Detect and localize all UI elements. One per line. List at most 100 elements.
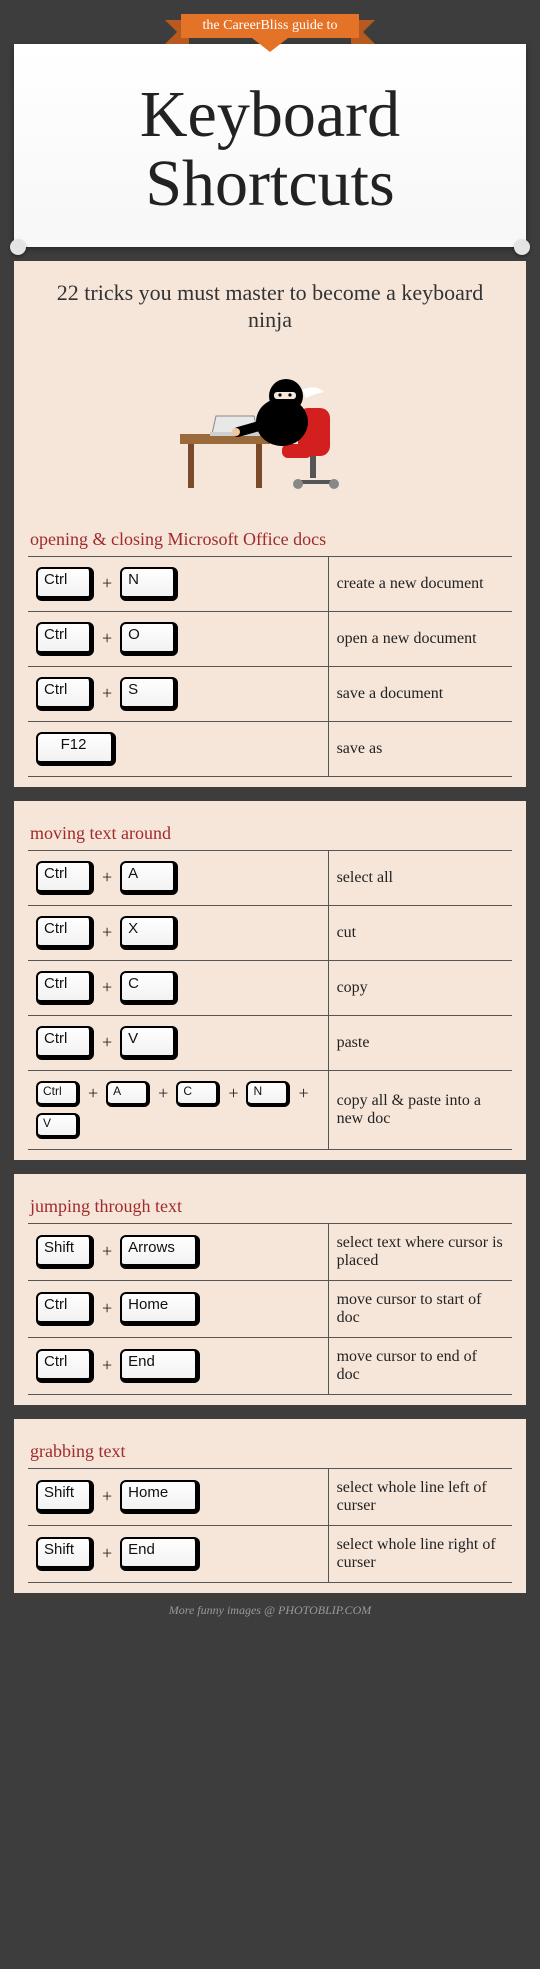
keycap: Ctrl [36, 677, 94, 711]
title-line-1: Keyboard [140, 78, 400, 151]
keycap: Ctrl [36, 1081, 80, 1107]
section-title: grabbing text [30, 1441, 512, 1462]
shortcut-description: save a document [328, 666, 512, 721]
ribbon-label: the CareerBliss guide to [181, 14, 360, 38]
shortcut-keys: Ctrl + V [28, 1015, 328, 1070]
shortcut-description: open a new document [328, 611, 512, 666]
keycap: Ctrl [36, 1292, 94, 1326]
shortcut-keys: Ctrl + N [28, 556, 328, 611]
keycap: O [120, 622, 178, 656]
plus-icon: + [100, 922, 114, 943]
plus-icon: + [100, 867, 114, 888]
shortcut-keys: Shift + End [28, 1525, 328, 1582]
keycap: V [120, 1026, 178, 1060]
keycap: End [120, 1349, 200, 1383]
plus-icon: + [100, 1543, 114, 1564]
table-row: Ctrl + End move cursor to end of doc [28, 1337, 512, 1394]
keycap: A [106, 1081, 150, 1107]
plus-icon: + [296, 1083, 310, 1104]
plus-icon: + [100, 573, 114, 594]
shortcut-description: create a new document [328, 556, 512, 611]
keycap: Shift [36, 1537, 94, 1571]
plus-icon: + [226, 1083, 240, 1104]
shortcut-description: copy all & paste into a new doc [328, 1070, 512, 1149]
plus-icon: + [100, 1241, 114, 1262]
plus-icon: + [156, 1083, 170, 1104]
table-row: Ctrl + Ncreate a new document [28, 556, 512, 611]
keycap: Home [120, 1480, 200, 1514]
keycap: C [120, 971, 178, 1005]
shortcut-keys: Ctrl + X [28, 905, 328, 960]
shortcut-keys: Ctrl + A [28, 850, 328, 905]
shortcut-description: select all [328, 850, 512, 905]
table-row: Ctrl+Oopen a new document [28, 611, 512, 666]
keycap: Ctrl [36, 861, 94, 895]
table-row: Ctrl+Ssave a document [28, 666, 512, 721]
keycap: Shift [36, 1480, 94, 1514]
plus-icon: + [100, 1486, 114, 1507]
table-row: Shift + Home select whole line left of curs… [28, 1468, 512, 1525]
table-row: Ctrl + Aselect all [28, 850, 512, 905]
shortcut-keys: Shift+Arrows [28, 1223, 328, 1280]
ninja-icon [170, 352, 370, 502]
page-title: Keyboard Shortcuts [24, 80, 516, 219]
plus-icon: + [100, 683, 114, 704]
shortcut-keys: Ctrl + End [28, 1337, 328, 1394]
keycap: Ctrl [36, 1349, 94, 1383]
shortcut-description: paste [328, 1015, 512, 1070]
shortcut-table: Shift + Home select whole line left of curs… [28, 1468, 512, 1583]
keycap: Ctrl [36, 622, 94, 656]
footer-credit: More funny images @ PHOTOBLIP.COM [14, 1593, 526, 1624]
table-row: Shift+Arrowsselect text where cursor is … [28, 1223, 512, 1280]
keycap: Arrows [120, 1235, 200, 1269]
keycap: End [120, 1537, 200, 1571]
shortcut-table: Ctrl + Aselect all Ctrl + Xcut Ctrl + Ccopy Ctrl +… [28, 850, 512, 1150]
shortcut-description: move cursor to start of doc [328, 1280, 512, 1337]
table-row: F12save as [28, 721, 512, 776]
keycap: C [176, 1081, 220, 1107]
keycap: Home [120, 1292, 200, 1326]
keycap: V [36, 1113, 80, 1139]
shortcut-table: Ctrl+Ncreate a new documentCtrl+Oopen a … [28, 556, 512, 777]
subtitle: 22 tricks you must master to become a ke… [28, 279, 512, 346]
shortcut-keys: Ctrl + A + C + N + V [28, 1070, 328, 1149]
keycap: Ctrl [36, 971, 94, 1005]
table-row: Ctrl + Vpaste [28, 1015, 512, 1070]
section-title: moving text around [30, 823, 512, 844]
section-title: jumping through text [30, 1196, 512, 1217]
shortcut-description: cut [328, 905, 512, 960]
keycap: Ctrl [36, 567, 94, 601]
ninja-illustration [28, 346, 512, 525]
shortcut-description: select whole line right of curser [328, 1525, 512, 1582]
keycap: F12 [36, 732, 116, 766]
shortcut-description: copy [328, 960, 512, 1015]
shortcut-keys: Ctrl+O [28, 611, 328, 666]
table-row: Ctrl + A + C + N + Vcopy all & paste into a new … [28, 1070, 512, 1149]
shortcut-description: select text where cursor is placed [328, 1223, 512, 1280]
title-line-2: Shortcuts [145, 147, 394, 220]
banner-curl-left-icon [10, 239, 26, 255]
intro-panel: 22 tricks you must master to become a ke… [14, 261, 526, 787]
ribbon-notch-icon [252, 38, 288, 52]
ribbon: the CareerBliss guide to [14, 14, 526, 52]
keycap: Ctrl [36, 916, 94, 950]
page-frame: the CareerBliss guide to Keyboard Shortc… [0, 0, 540, 1628]
table-row: Ctrl+Homemove cursor to start of doc [28, 1280, 512, 1337]
keycap: N [120, 567, 178, 601]
keycap: N [246, 1081, 290, 1107]
shortcut-description: move cursor to end of doc [328, 1337, 512, 1394]
keycap: X [120, 916, 178, 950]
section-panel: grabbing text Shift + Home select whole lin… [14, 1419, 526, 1593]
shortcut-table: Shift+Arrowsselect text where cursor is … [28, 1223, 512, 1395]
keycap: A [120, 861, 178, 895]
table-row: Ctrl + Ccopy [28, 960, 512, 1015]
shortcut-keys: Ctrl+Home [28, 1280, 328, 1337]
banner-curl-right-icon [514, 239, 530, 255]
shortcut-description: select whole line left of curser [328, 1468, 512, 1525]
section-panel: moving text around Ctrl + Aselect all Ctrl +… [14, 801, 526, 1160]
plus-icon: + [100, 977, 114, 998]
plus-icon: + [100, 1355, 114, 1376]
keycap: Ctrl [36, 1026, 94, 1060]
plus-icon: + [100, 1032, 114, 1053]
plus-icon: + [86, 1083, 100, 1104]
